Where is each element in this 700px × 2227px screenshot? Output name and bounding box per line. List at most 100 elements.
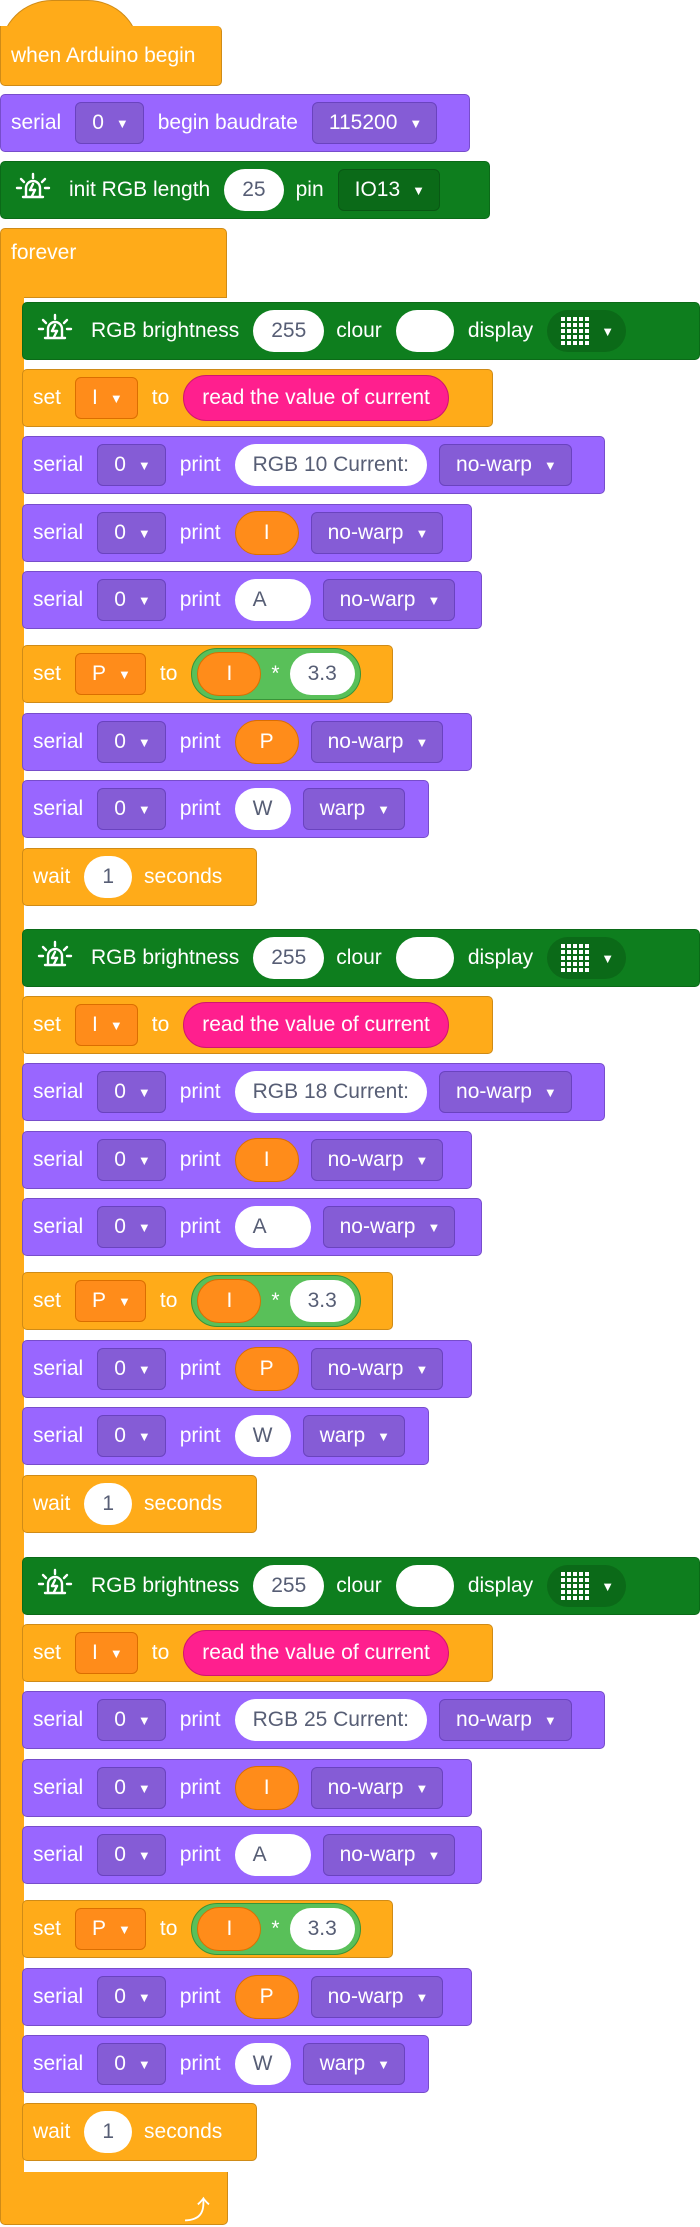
print-mode-dropdown[interactable]: no-warp ▼ (322, 1206, 456, 1248)
serial-print-block[interactable]: serial 0 ▼ print P no-warp ▼ (22, 1340, 472, 1398)
serial-print-block[interactable]: serial 0 ▼ print RGB 18 Current: no-warp ▼ (22, 1063, 605, 1121)
read-current-reporter[interactable]: read the value of current (183, 375, 449, 421)
set-power-block[interactable]: set P ▼ to I * 3.3 (22, 1900, 393, 1958)
serial-port-dropdown[interactable]: 0 ▼ (97, 1415, 166, 1457)
print-mode-dropdown[interactable]: no-warp ▼ (439, 444, 572, 486)
serial-port-dropdown[interactable]: 0 ▼ (97, 1139, 166, 1181)
serial-print-block[interactable]: serial 0 ▼ print RGB 10 Current: no-warp ▼ (22, 436, 605, 494)
set-power-block[interactable]: set P ▼ to I * 3.3 (22, 645, 393, 703)
print-mode-dropdown[interactable]: no-warp ▼ (310, 1348, 444, 1390)
serial-print-block[interactable]: serial 0 ▼ print A no-warp ▼ (22, 1826, 482, 1884)
variable-reporter[interactable]: P (234, 1975, 299, 2019)
variable-dropdown[interactable]: P ▼ (75, 1908, 146, 1950)
variable-dropdown[interactable]: P ▼ (75, 653, 146, 695)
wait-seconds-input[interactable]: 1 (84, 2111, 133, 2153)
variable-reporter[interactable]: I (234, 1766, 299, 1810)
print-text-input[interactable]: W (234, 1415, 291, 1457)
variable-dropdown[interactable]: I ▼ (75, 1632, 138, 1674)
display-matrix-dropdown[interactable]: ▼ (547, 310, 627, 352)
display-matrix-dropdown[interactable]: ▼ (547, 1565, 627, 1607)
serial-print-block[interactable]: serial 0 ▼ print P no-warp ▼ (22, 1968, 472, 2026)
serial-print-block[interactable]: serial 0 ▼ print W warp ▼ (22, 780, 429, 838)
print-mode-dropdown[interactable]: no-warp ▼ (310, 721, 444, 763)
rgb-length-input[interactable]: 25 (224, 169, 284, 211)
colour-picker[interactable] (395, 1565, 454, 1607)
print-text-input[interactable]: A (234, 579, 311, 621)
serial-print-block[interactable]: serial 0 ▼ print I no-warp ▼ (22, 1759, 472, 1817)
brightness-input[interactable]: 255 (253, 310, 325, 352)
print-text-input[interactable]: A (234, 1834, 311, 1876)
serial-port-dropdown[interactable]: 0 ▼ (97, 512, 166, 554)
serial-port-dropdown[interactable]: 0 ▼ (97, 1699, 166, 1741)
print-text-input[interactable]: RGB 18 Current: (234, 1071, 428, 1113)
variable-reporter[interactable]: I (197, 1279, 262, 1323)
serial-port-dropdown[interactable]: 0 ▼ (97, 1767, 166, 1809)
print-mode-dropdown[interactable]: no-warp ▼ (310, 1767, 444, 1809)
variable-reporter[interactable]: I (234, 1138, 299, 1182)
rgb-brightness-block[interactable]: RGB brightness 255 clour display ▼ (22, 929, 700, 987)
print-mode-dropdown[interactable]: no-warp ▼ (322, 1834, 456, 1876)
serial-print-block[interactable]: serial 0 ▼ print W warp ▼ (22, 1407, 429, 1465)
colour-picker[interactable] (395, 310, 454, 352)
print-mode-dropdown[interactable]: no-warp ▼ (310, 1139, 444, 1181)
multiply-operator[interactable]: I * 3.3 (191, 1903, 361, 1955)
serial-print-block[interactable]: serial 0 ▼ print A no-warp ▼ (22, 1198, 482, 1256)
serial-port-dropdown[interactable]: 0 ▼ (97, 2043, 166, 2085)
variable-reporter[interactable]: I (197, 652, 262, 696)
variable-dropdown[interactable]: I ▼ (75, 377, 138, 419)
multiply-operator[interactable]: I * 3.3 (191, 648, 361, 700)
serial-print-block[interactable]: serial 0 ▼ print I no-warp ▼ (22, 504, 472, 562)
print-mode-dropdown[interactable]: no-warp ▼ (310, 1976, 444, 2018)
serial-port-dropdown[interactable]: 0 ▼ (97, 721, 166, 763)
multiplier-input[interactable]: 3.3 (289, 1280, 355, 1322)
serial-port-dropdown[interactable]: 0 ▼ (97, 579, 166, 621)
serial-port-dropdown[interactable]: 0 ▼ (97, 444, 166, 486)
set-current-block[interactable]: set I ▼ to read the value of current (22, 996, 493, 1054)
rgb-brightness-block[interactable]: RGB brightness 255 clour display ▼ (22, 302, 700, 360)
when-arduino-begin-block[interactable]: when Arduino begin (0, 0, 222, 86)
rgb-brightness-block[interactable]: RGB brightness 255 clour display ▼ (22, 1557, 700, 1615)
print-text-input[interactable]: A (234, 1206, 311, 1248)
multiplier-input[interactable]: 3.3 (289, 653, 355, 695)
serial-port-dropdown[interactable]: 0 ▼ (97, 788, 166, 830)
set-current-block[interactable]: set I ▼ to read the value of current (22, 1624, 493, 1682)
wait-block[interactable]: wait 1 seconds (22, 848, 257, 906)
serial-port-dropdown[interactable]: 0 ▼ (97, 1206, 166, 1248)
variable-reporter[interactable]: I (234, 511, 299, 555)
print-mode-dropdown[interactable]: warp ▼ (302, 788, 406, 830)
print-mode-dropdown[interactable]: warp ▼ (302, 2043, 406, 2085)
pin-dropdown[interactable]: IO13 ▼ (337, 169, 441, 211)
serial-print-block[interactable]: serial 0 ▼ print I no-warp ▼ (22, 1131, 472, 1189)
serial-print-block[interactable]: serial 0 ▼ print P no-warp ▼ (22, 713, 472, 771)
variable-dropdown[interactable]: P ▼ (75, 1280, 146, 1322)
baudrate-dropdown[interactable]: 115200 ▼ (311, 102, 438, 144)
variable-dropdown[interactable]: I ▼ (75, 1004, 138, 1046)
set-power-block[interactable]: set P ▼ to I * 3.3 (22, 1272, 393, 1330)
print-mode-dropdown[interactable]: no-warp ▼ (322, 579, 456, 621)
serial-port-dropdown[interactable]: 0 ▼ (97, 1834, 166, 1876)
wait-block[interactable]: wait 1 seconds (22, 2103, 257, 2161)
variable-reporter[interactable]: P (234, 1347, 299, 1391)
init-rgb-block[interactable]: init RGB length 25 pin IO13 ▼ (0, 161, 490, 219)
print-text-input[interactable]: W (234, 788, 291, 830)
serial-print-block[interactable]: serial 0 ▼ print A no-warp ▼ (22, 571, 482, 629)
multiply-operator[interactable]: I * 3.3 (191, 1275, 361, 1327)
multiplier-input[interactable]: 3.3 (289, 1908, 355, 1950)
brightness-input[interactable]: 255 (253, 937, 325, 979)
brightness-input[interactable]: 255 (253, 1565, 325, 1607)
serial-print-block[interactable]: serial 0 ▼ print RGB 25 Current: no-warp ▼ (22, 1691, 605, 1749)
wait-seconds-input[interactable]: 1 (84, 1483, 133, 1525)
serial-port-dropdown[interactable]: 0 ▼ (97, 1348, 166, 1390)
variable-reporter[interactable]: P (234, 720, 299, 764)
print-mode-dropdown[interactable]: warp ▼ (302, 1415, 406, 1457)
print-mode-dropdown[interactable]: no-warp ▼ (310, 512, 444, 554)
set-current-block[interactable]: set I ▼ to read the value of current (22, 369, 493, 427)
read-current-reporter[interactable]: read the value of current (183, 1002, 449, 1048)
print-mode-dropdown[interactable]: no-warp ▼ (439, 1699, 572, 1741)
wait-block[interactable]: wait 1 seconds (22, 1475, 257, 1533)
print-mode-dropdown[interactable]: no-warp ▼ (439, 1071, 572, 1113)
serial-begin-block[interactable]: serial 0 ▼ begin baudrate 115200 ▼ (0, 94, 470, 152)
serial-port-dropdown[interactable]: 0 ▼ (97, 1071, 166, 1113)
serial-port-dropdown[interactable]: 0 ▼ (75, 102, 144, 144)
wait-seconds-input[interactable]: 1 (84, 856, 133, 898)
